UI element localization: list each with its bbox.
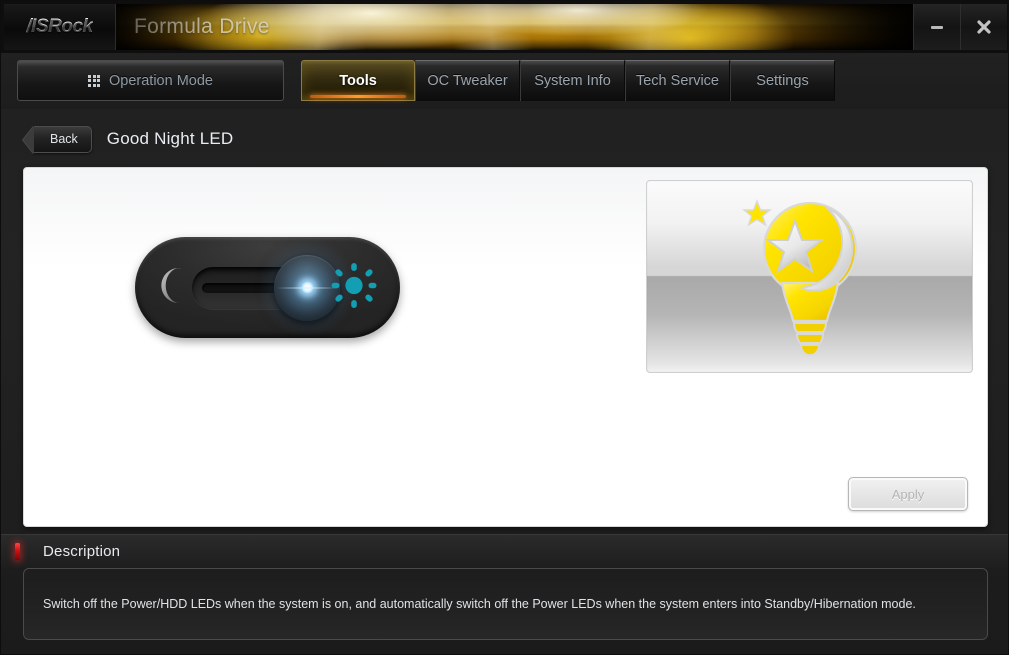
description-box: Switch off the Power/HDD LEDs when the s…: [23, 568, 988, 640]
tab-settings-label: Settings: [756, 73, 809, 89]
sun-icon: [331, 262, 377, 313]
main-content-panel: Apply: [23, 167, 988, 527]
apply-button[interactable]: Apply: [848, 477, 968, 511]
breadcrumb: Back Good Night LED: [1, 113, 1008, 165]
tab-operation-mode[interactable]: Operation Mode: [17, 60, 284, 101]
app-title: Formula Drive: [134, 15, 270, 38]
title-bar: /ISRock Formula Drive: [1, 1, 1008, 53]
tab-oc-tweaker[interactable]: OC Tweaker: [415, 60, 520, 101]
description-header: Description: [1, 534, 1008, 568]
back-button-label: Back: [50, 132, 78, 146]
tab-settings[interactable]: Settings: [730, 60, 835, 101]
good-night-led-toggle[interactable]: [135, 237, 400, 338]
minimize-button[interactable]: [913, 4, 960, 50]
tab-tech-service-label: Tech Service: [635, 73, 719, 89]
description-text: Switch off the Power/HDD LEDs when the s…: [43, 596, 916, 611]
asrock-logo: /ISRock: [4, 4, 116, 50]
tab-system-info[interactable]: System Info: [520, 60, 625, 101]
application-window: /ISRock Formula Drive Operation Mode Too…: [0, 0, 1009, 655]
grid-icon: [88, 74, 100, 87]
led-indicator: [300, 281, 314, 294]
preview-image-box: [646, 180, 973, 373]
tab-tools-label: Tools: [339, 72, 377, 89]
page-title: Good Night LED: [106, 129, 234, 148]
tab-tech-service[interactable]: Tech Service: [625, 60, 730, 101]
asrock-logo-text: /ISRock: [26, 16, 93, 37]
lightbulb-moon-star-icon: [741, 198, 857, 356]
apply-button-label: Apply: [891, 486, 925, 502]
main-tab-bar: Operation Mode Tools OC Tweaker System I…: [1, 53, 1008, 109]
close-button[interactable]: [960, 4, 1007, 50]
tab-oc-tweaker-label: OC Tweaker: [427, 73, 508, 89]
back-button[interactable]: Back: [34, 125, 92, 153]
minimize-icon: [931, 26, 943, 29]
tab-tools[interactable]: Tools: [301, 60, 415, 101]
description-title: Description: [43, 543, 121, 560]
tab-system-info-label: System Info: [534, 73, 611, 89]
close-icon: [977, 20, 991, 34]
tab-operation-mode-label: Operation Mode: [109, 72, 213, 89]
app-banner: Formula Drive: [116, 4, 913, 50]
red-led-indicator-icon: [15, 543, 20, 560]
moon-icon: [161, 265, 191, 310]
